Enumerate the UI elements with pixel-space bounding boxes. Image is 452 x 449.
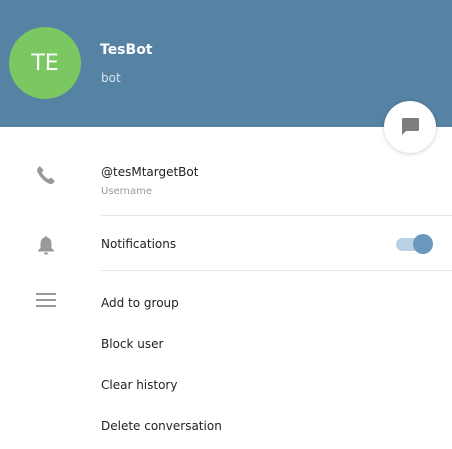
notifications-toggle[interactable]	[396, 233, 434, 255]
bell-icon	[38, 236, 54, 255]
notifications-label: Notifications	[101, 237, 177, 251]
username-label: Username	[101, 186, 152, 197]
delete-conversation-button[interactable]: Delete conversation	[101, 419, 222, 433]
menu-icon	[36, 293, 56, 307]
profile-header: TE TesBot bot	[0, 0, 452, 127]
profile-name: TesBot	[100, 42, 153, 58]
profile-status: bot	[101, 71, 121, 85]
divider	[101, 270, 452, 271]
block-user-button[interactable]: Block user	[101, 337, 163, 351]
avatar-initials: TE	[31, 50, 59, 76]
send-message-button[interactable]	[384, 101, 436, 153]
add-to-group-button[interactable]: Add to group	[101, 296, 179, 310]
clear-history-button[interactable]: Clear history	[101, 378, 177, 392]
username-value: @tesMtargetBot	[101, 165, 199, 179]
phone-icon	[37, 166, 55, 185]
message-icon	[402, 118, 419, 135]
avatar: TE	[9, 27, 81, 99]
toggle-knob	[413, 234, 433, 254]
divider	[101, 215, 452, 216]
